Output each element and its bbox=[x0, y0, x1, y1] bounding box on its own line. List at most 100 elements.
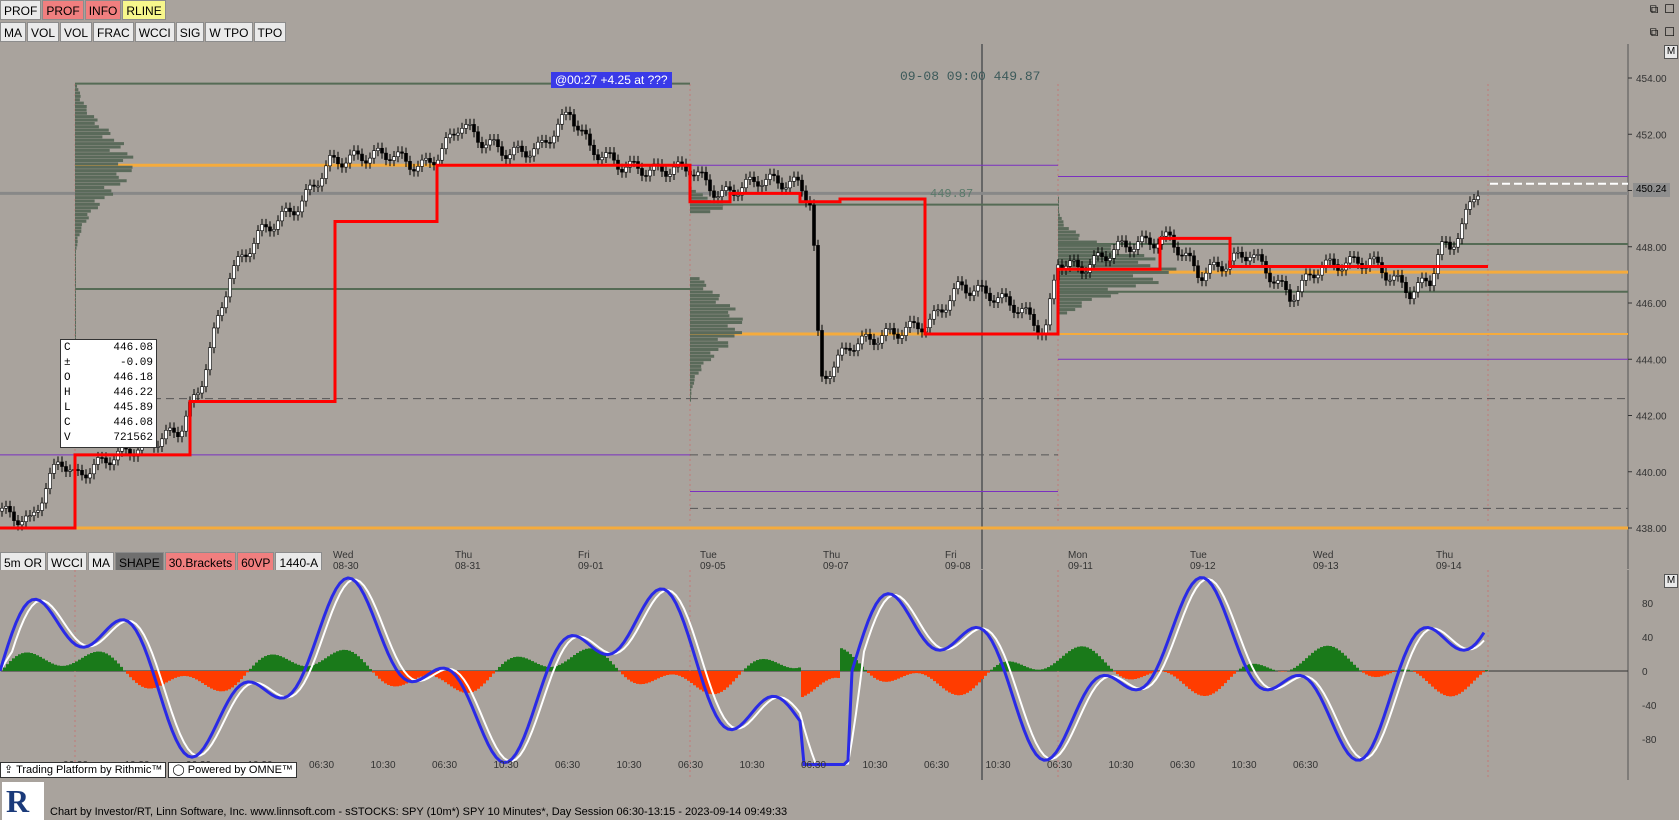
histogram-bar bbox=[1272, 669, 1275, 671]
indicator-btn-tpo[interactable]: TPO bbox=[253, 22, 287, 42]
candle-body bbox=[396, 151, 400, 157]
histogram-bar bbox=[471, 671, 474, 693]
candle-body bbox=[880, 335, 884, 344]
lower-btn-shape[interactable]: SHAPE bbox=[115, 552, 164, 572]
maximize-icon[interactable]: ☐ bbox=[1664, 25, 1675, 40]
histogram-bar bbox=[390, 671, 393, 686]
histogram-bar bbox=[1299, 663, 1302, 671]
histogram-bar bbox=[1227, 671, 1230, 680]
candle-body bbox=[1140, 235, 1144, 243]
indicator-btn-vol[interactable]: VOL bbox=[27, 22, 60, 42]
histogram-bar bbox=[1035, 669, 1038, 671]
lower-btn-ma[interactable]: MA bbox=[88, 552, 115, 572]
candle-body bbox=[296, 211, 300, 216]
price-chart[interactable]: 454.00452.00450.00448.00446.00444.00442.… bbox=[0, 44, 1679, 569]
histogram-bar bbox=[1137, 671, 1140, 679]
histogram-bar bbox=[1368, 671, 1371, 676]
powered-chip[interactable]: ◯ Powered by OMNE™ bbox=[168, 762, 297, 778]
platform-chip[interactable]: ⇪ Trading Platform by Rithmic™ bbox=[0, 762, 167, 778]
indicator-btn-w-tpo[interactable]: W TPO bbox=[205, 22, 253, 42]
histogram-bar bbox=[1065, 653, 1068, 671]
histogram-bar bbox=[1044, 668, 1047, 671]
histogram-bar bbox=[219, 671, 222, 692]
histogram-bar bbox=[1059, 658, 1062, 671]
candle-body bbox=[588, 133, 592, 146]
histogram-bar bbox=[366, 665, 369, 671]
restore-icon[interactable]: ⧉ bbox=[1650, 25, 1659, 40]
volume-profile-bar bbox=[75, 307, 76, 311]
restore-icon[interactable]: ⧉ bbox=[1650, 2, 1659, 17]
volume-profile-bar bbox=[1058, 223, 1064, 227]
histogram-bar bbox=[1473, 671, 1476, 681]
histogram-bar bbox=[744, 668, 747, 671]
histogram-bar bbox=[1485, 670, 1488, 671]
volume-profile-bar bbox=[1058, 287, 1108, 291]
histogram-bar bbox=[1176, 671, 1179, 679]
toolbar-btn-info[interactable]: INFO bbox=[84, 0, 122, 20]
histogram-bar bbox=[498, 666, 501, 671]
histogram-bar bbox=[42, 658, 45, 671]
candle-body bbox=[1260, 254, 1264, 262]
histogram-bar bbox=[1224, 671, 1227, 684]
histogram-bar bbox=[357, 656, 360, 671]
histogram-bar bbox=[75, 661, 78, 671]
volume-profile-bar bbox=[690, 304, 731, 308]
candle-body bbox=[1352, 256, 1356, 258]
histogram-bar bbox=[987, 671, 990, 673]
oscillator-chart[interactable]: 80 40 0 -40 -80 06:30 10:30 06:30 10:30 06:30 10:3… bbox=[0, 570, 1679, 780]
lower-btn-1440-a[interactable]: 1440-A bbox=[275, 552, 323, 572]
volume-profile-bar bbox=[75, 327, 76, 331]
candle-body bbox=[564, 111, 568, 115]
histogram-bar bbox=[996, 664, 999, 671]
indicator-btn-wcci[interactable]: WCCI bbox=[134, 22, 175, 42]
histogram-bar bbox=[1146, 671, 1149, 675]
histogram-bar bbox=[921, 671, 924, 675]
histogram-bar bbox=[243, 671, 246, 676]
histogram-bar bbox=[717, 671, 720, 694]
histogram-bar bbox=[1032, 669, 1035, 671]
indicator-btn-vol[interactable]: VOL bbox=[60, 22, 93, 42]
candle-body bbox=[1132, 249, 1136, 253]
date-axis-day: Tue bbox=[700, 550, 717, 561]
histogram-bar bbox=[1077, 646, 1080, 671]
histogram-bar bbox=[648, 671, 651, 683]
date-axis-date: 09-14 bbox=[1436, 561, 1462, 569]
toolbar-btn-rline[interactable]: RLINE bbox=[122, 0, 166, 20]
lower-btn-5m-or[interactable]: 5m OR bbox=[0, 552, 47, 572]
histogram-bar bbox=[279, 656, 282, 671]
lower-btn-wcci[interactable]: WCCI bbox=[47, 552, 88, 572]
histogram-bar bbox=[363, 662, 366, 671]
time-axis-label: 06:30 bbox=[555, 760, 580, 771]
histogram-bar bbox=[276, 655, 279, 671]
copyright-text: Chart by Investor/RT, Linn Software, Inc… bbox=[50, 806, 788, 818]
indicator-btn-frac[interactable]: FRAC bbox=[93, 22, 134, 42]
histogram-bar bbox=[981, 671, 984, 680]
toolbar-btn-prof[interactable]: PROF bbox=[0, 0, 42, 20]
volume-profile-bar bbox=[75, 125, 99, 129]
indicator-btn-ma[interactable]: MA bbox=[0, 22, 26, 42]
lower-btn-30-brackets[interactable]: 30.Brackets bbox=[164, 552, 237, 572]
menu-badge-osc[interactable]: M bbox=[1664, 574, 1678, 588]
histogram-bar bbox=[1401, 669, 1404, 671]
toolbar-btn-prof[interactable]: PROF bbox=[42, 0, 84, 20]
date-axis-date: 09-12 bbox=[1190, 561, 1216, 569]
candle-body bbox=[1212, 261, 1216, 266]
volume-profile-bar bbox=[690, 290, 713, 294]
histogram-bar bbox=[1170, 671, 1173, 675]
menu-badge-top[interactable]: M bbox=[1664, 45, 1678, 59]
maximize-icon[interactable]: ☐ bbox=[1664, 2, 1675, 17]
histogram-bar bbox=[195, 671, 198, 680]
candle-body bbox=[1148, 237, 1152, 245]
volume-profile-bar bbox=[690, 348, 719, 351]
candle-body bbox=[548, 142, 552, 144]
candle-body bbox=[1012, 304, 1016, 313]
volume-profile-bar bbox=[690, 368, 702, 372]
candle-body bbox=[400, 151, 404, 154]
candle-body bbox=[828, 376, 832, 379]
candle-body bbox=[820, 330, 824, 377]
histogram-bar bbox=[507, 659, 510, 671]
histogram-bar bbox=[864, 669, 867, 671]
time-axis-label: 06:30 bbox=[678, 760, 703, 771]
indicator-btn-sig[interactable]: SIG bbox=[175, 22, 205, 42]
lower-btn-60vp[interactable]: 60VP bbox=[237, 552, 275, 572]
